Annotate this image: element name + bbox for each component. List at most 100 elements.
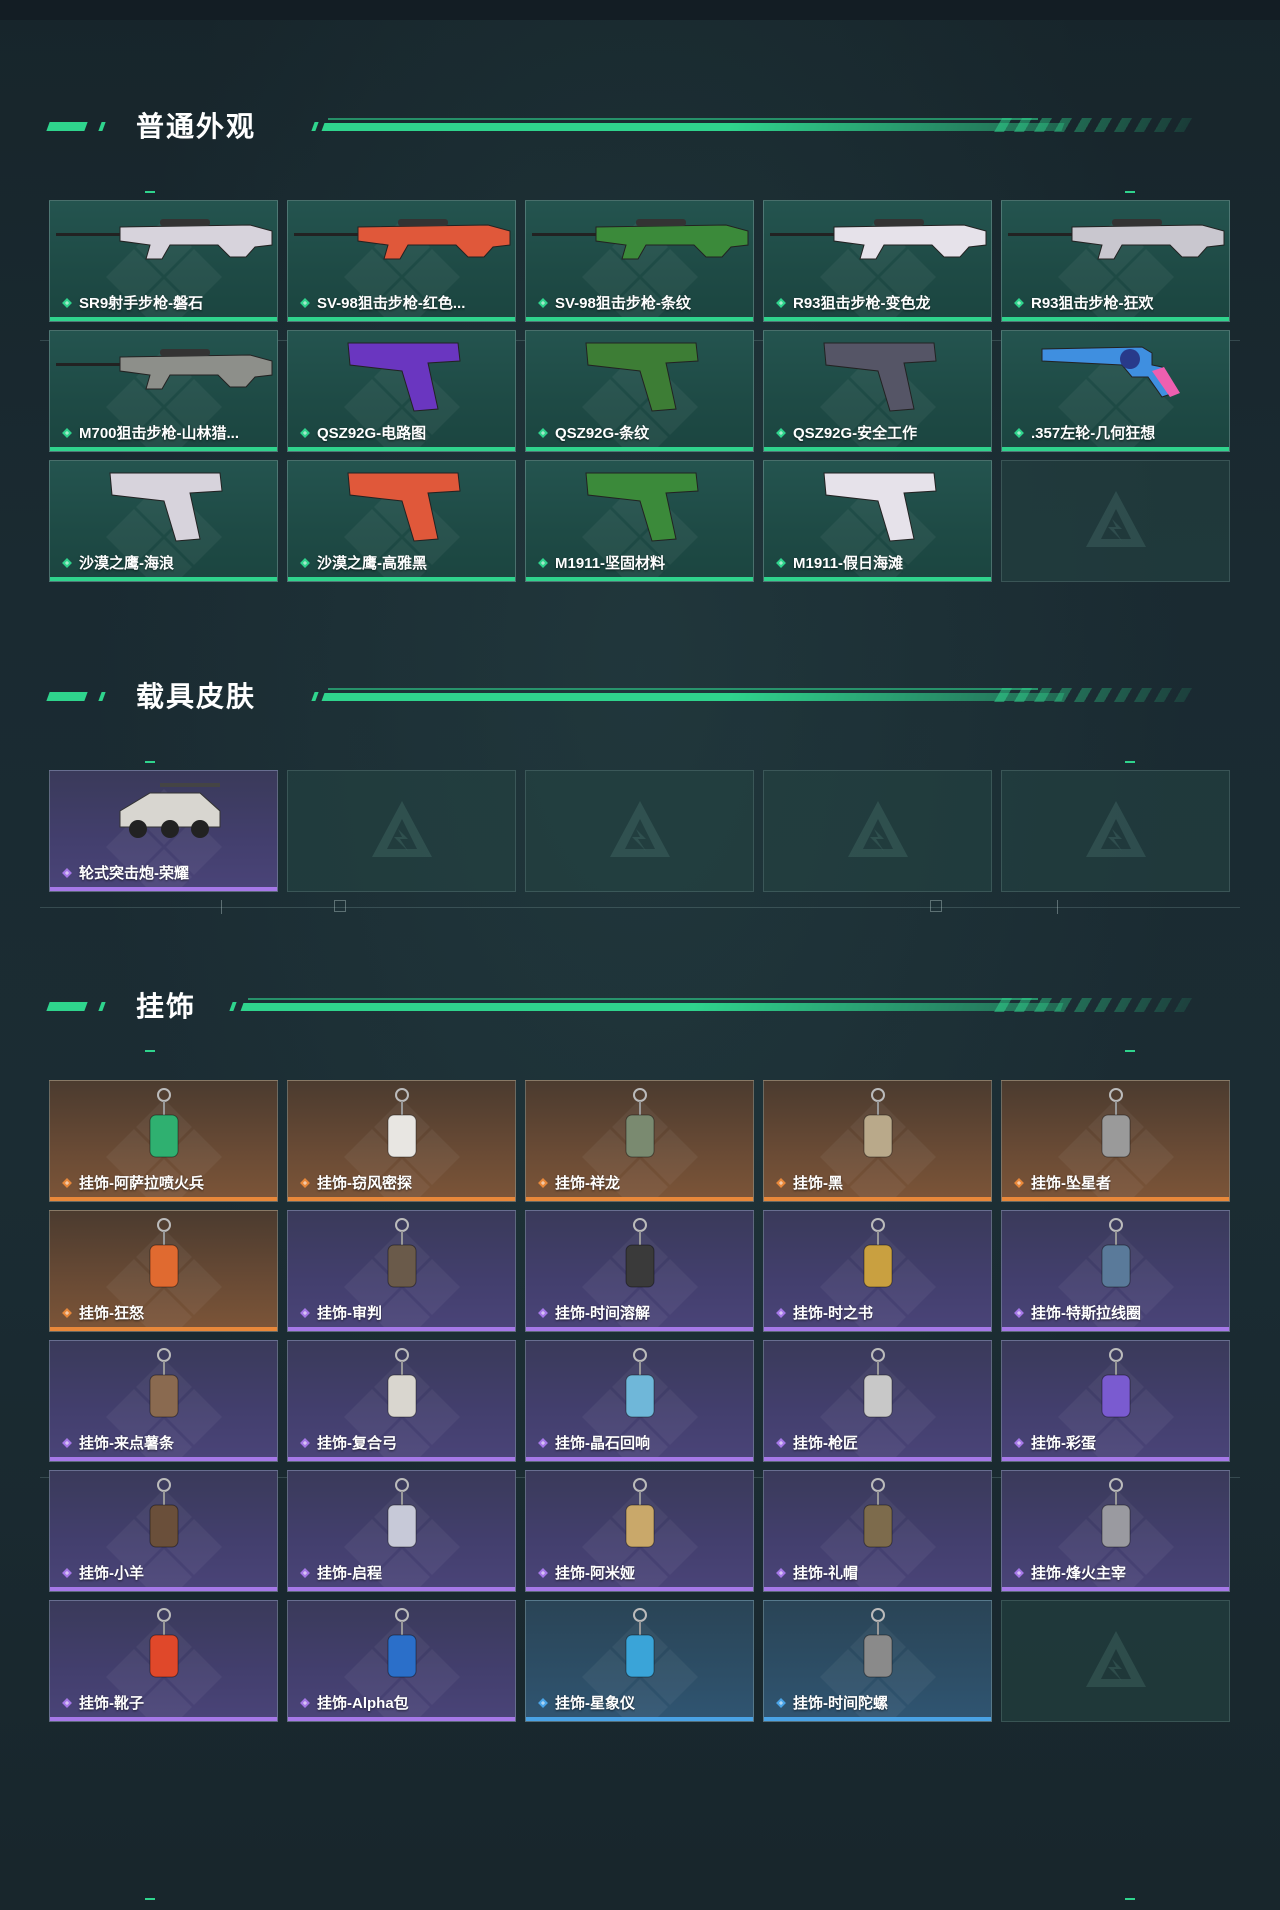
item-name: 挂饰-星象仪 — [555, 1695, 635, 1712]
item-card[interactable]: 挂饰-Alpha包 — [287, 1600, 516, 1722]
item-label: R93狙击步枪-狂欢 — [1012, 292, 1154, 313]
item-card[interactable]: 挂饰-复合弓 — [287, 1340, 516, 1462]
header-bar — [321, 693, 1065, 701]
item-name: 挂饰-晶石回响 — [555, 1435, 650, 1452]
item-label: SV-98狙击步枪-红色... — [298, 292, 465, 313]
item-card[interactable]: QSZ92G-条纹 — [525, 330, 754, 452]
item-card[interactable]: 挂饰-阿米娅 — [525, 1470, 754, 1592]
guide-mark — [1125, 1050, 1135, 1052]
item-card[interactable]: 挂饰-烽火主宰 — [1001, 1470, 1230, 1592]
item-card[interactable]: 挂饰-时间陀螺 — [763, 1600, 992, 1722]
item-card[interactable]: SR9射手步枪-磐石 — [49, 200, 278, 322]
item-card[interactable]: M1911-坚固材料 — [525, 460, 754, 582]
item-name: 挂饰-靴子 — [79, 1695, 144, 1712]
rarity-diamond-icon — [774, 1176, 788, 1190]
item-label: 挂饰-枪匠 — [774, 1432, 858, 1453]
item-card[interactable]: 挂饰-祥龙 — [525, 1080, 754, 1202]
rarity-diamond-icon — [536, 1696, 550, 1710]
item-label: 挂饰-祥龙 — [536, 1172, 620, 1193]
item-name: R93狙击步枪-狂欢 — [1031, 295, 1154, 312]
item-card[interactable]: .357左轮-几何狂想 — [1001, 330, 1230, 452]
item-card[interactable]: 轮式突击炮-荣耀 — [49, 770, 278, 892]
item-card[interactable]: 挂饰-小羊 — [49, 1470, 278, 1592]
item-name: SV-98狙击步枪-条纹 — [555, 295, 691, 312]
rarity-diamond-icon — [536, 1306, 550, 1320]
item-label: 挂饰-复合弓 — [298, 1432, 397, 1453]
item-label: 挂饰-特斯拉线圈 — [1012, 1302, 1141, 1323]
rarity-diamond-icon — [60, 866, 74, 880]
item-card[interactable]: R93狙击步枪-狂欢 — [1001, 200, 1230, 322]
item-name: 挂饰-复合弓 — [317, 1435, 397, 1452]
rarity-diamond-icon — [774, 1436, 788, 1450]
item-card[interactable]: 挂饰-坠星者 — [1001, 1080, 1230, 1202]
item-name: 挂饰-特斯拉线圈 — [1031, 1305, 1141, 1322]
item-card[interactable]: M1911-假日海滩 — [763, 460, 992, 582]
item-name: QSZ92G-条纹 — [555, 425, 650, 442]
item-card[interactable]: 挂饰-特斯拉线圈 — [1001, 1210, 1230, 1332]
item-name: 挂饰-启程 — [317, 1565, 382, 1582]
item-card[interactable]: 挂饰-时之书 — [763, 1210, 992, 1332]
section-title: 挂饰 — [136, 991, 197, 1022]
rarity-diamond-icon — [298, 1436, 312, 1450]
item-name: M700狙击步枪-山林猎... — [79, 425, 240, 442]
item-card[interactable]: 挂饰-来点薯条 — [49, 1340, 278, 1462]
item-label: 挂饰-礼帽 — [774, 1562, 858, 1583]
vehicle-skin-grid: 轮式突击炮-荣耀 — [49, 770, 1230, 892]
empty-slot — [1001, 770, 1230, 892]
item-card[interactable]: 挂饰-狂怒 — [49, 1210, 278, 1332]
item-name: SR9射手步枪-磐石 — [79, 295, 204, 312]
item-card[interactable]: 挂饰-审判 — [287, 1210, 516, 1332]
rarity-diamond-icon — [536, 426, 550, 440]
rarity-diamond-icon — [536, 1176, 550, 1190]
header-bar — [240, 1003, 1064, 1011]
section-header-appearance: 普通外观 — [46, 107, 1208, 147]
guide-mark — [145, 1898, 155, 1900]
rarity-diamond-icon — [298, 1306, 312, 1320]
header-accent — [46, 122, 88, 131]
item-card[interactable]: 挂饰-阿萨拉喷火兵 — [49, 1080, 278, 1202]
item-label: SR9射手步枪-磐石 — [60, 292, 203, 313]
item-name: 挂饰-时间溶解 — [555, 1305, 650, 1322]
item-card[interactable]: 挂饰-时间溶解 — [525, 1210, 754, 1332]
rarity-diamond-icon — [1012, 426, 1026, 440]
rarity-diamond-icon — [774, 556, 788, 570]
item-card[interactable]: QSZ92G-安全工作 — [763, 330, 992, 452]
rarity-diamond-icon — [60, 296, 74, 310]
item-card[interactable]: 挂饰-星象仪 — [525, 1600, 754, 1722]
item-label: 挂饰-小羊 — [60, 1562, 144, 1583]
item-label: M700狙击步枪-山林猎... — [60, 422, 239, 443]
item-card[interactable]: 挂饰-枪匠 — [763, 1340, 992, 1462]
item-card[interactable]: 挂饰-靴子 — [49, 1600, 278, 1722]
item-label: M1911-坚固材料 — [536, 552, 665, 573]
item-card[interactable]: 挂饰-启程 — [287, 1470, 516, 1592]
item-name: 挂饰-来点薯条 — [79, 1435, 174, 1452]
item-label: 挂饰-烽火主宰 — [1012, 1562, 1126, 1583]
item-name: 挂饰-彩蛋 — [1031, 1435, 1096, 1452]
item-card[interactable]: 挂饰-黑 — [763, 1080, 992, 1202]
header-checker — [993, 118, 1203, 132]
item-card[interactable]: SV-98狙击步枪-红色... — [287, 200, 516, 322]
item-card[interactable]: M700狙击步枪-山林猎... — [49, 330, 278, 452]
empty-slot — [1001, 1600, 1230, 1722]
item-card[interactable]: 沙漠之鹰-海浪 — [49, 460, 278, 582]
rarity-diamond-icon — [1012, 1306, 1026, 1320]
item-label: 挂饰-狂怒 — [60, 1302, 144, 1323]
rarity-diamond-icon — [536, 1436, 550, 1450]
item-card[interactable]: 挂饰-窃风密探 — [287, 1080, 516, 1202]
item-card[interactable]: QSZ92G-电路图 — [287, 330, 516, 452]
item-name: M1911-假日海滩 — [793, 555, 904, 572]
item-label: SV-98狙击步枪-条纹 — [536, 292, 691, 313]
rarity-diamond-icon — [774, 1306, 788, 1320]
item-label: 沙漠之鹰-高雅黑 — [298, 552, 427, 573]
item-card[interactable]: R93狙击步枪-变色龙 — [763, 200, 992, 322]
header-accent — [98, 692, 106, 701]
item-name: 沙漠之鹰-高雅黑 — [317, 555, 427, 572]
item-card[interactable]: SV-98狙击步枪-条纹 — [525, 200, 754, 322]
header-checker — [993, 688, 1203, 702]
item-card[interactable]: 挂饰-礼帽 — [763, 1470, 992, 1592]
item-card[interactable]: 挂饰-晶石回响 — [525, 1340, 754, 1462]
item-card[interactable]: 沙漠之鹰-高雅黑 — [287, 460, 516, 582]
item-label: 挂饰-彩蛋 — [1012, 1432, 1096, 1453]
item-card[interactable]: 挂饰-彩蛋 — [1001, 1340, 1230, 1462]
item-name: 挂饰-小羊 — [79, 1565, 144, 1582]
